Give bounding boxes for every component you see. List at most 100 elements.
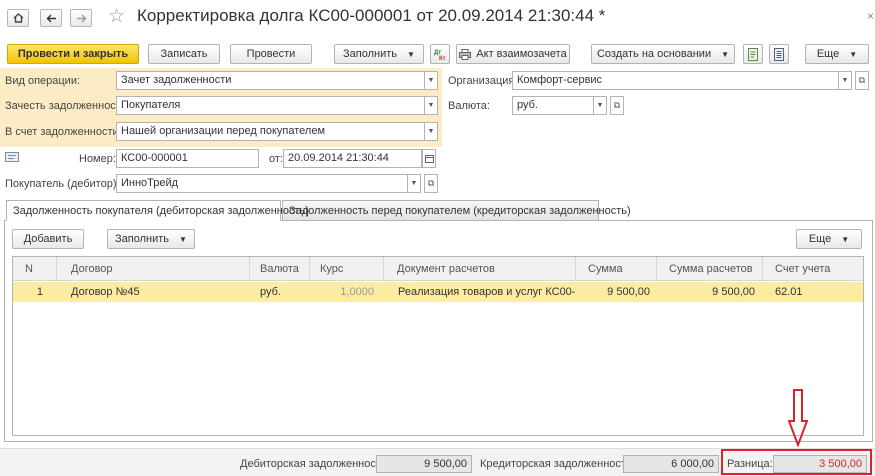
currency-field[interactable]: руб. — [512, 96, 594, 115]
against-debt-field[interactable]: Нашей организации перед покупателем — [116, 122, 425, 141]
offset-debt-label: Зачесть задолженность: — [5, 100, 130, 112]
buyer-open-button[interactable]: ⧉ — [424, 174, 438, 193]
document-number-icon — [5, 152, 19, 162]
difference-label: Разница: — [727, 458, 773, 470]
close-icon[interactable]: × — [867, 9, 874, 23]
column-header-n[interactable]: N — [13, 257, 57, 281]
back-button[interactable] — [40, 9, 62, 27]
table-more-label: Еще — [808, 233, 832, 245]
currency-open-button[interactable]: ⧉ — [610, 96, 624, 115]
column-header-settlement-amount[interactable]: Сумма расчетов — [657, 257, 763, 281]
tab-payables-label: Задолженность перед покупателем (кредито… — [289, 205, 631, 217]
calendar-button[interactable] — [422, 149, 436, 168]
table-more-button[interactable]: Еще ▼ — [796, 229, 862, 249]
home-icon — [13, 13, 23, 23]
tab-payables[interactable]: Задолженность перед покупателем (кредито… — [282, 200, 631, 221]
save-label: Записать — [160, 48, 208, 60]
create-based-on-label: Создать на основании — [596, 48, 712, 60]
structure-button[interactable] — [743, 44, 763, 64]
table-fill-label: Заполнить — [115, 233, 170, 245]
fill-dropdown-button[interactable]: Заполнить ▼ — [334, 44, 424, 64]
dt-kt-button[interactable]: Дт Кт — [430, 44, 450, 64]
post-and-close-label: Провести и закрыть — [17, 48, 129, 60]
organization-field[interactable]: Комфорт-сервис — [512, 71, 839, 90]
buyer-dropdown[interactable]: ▼ — [407, 174, 421, 193]
arrow-right-icon — [76, 14, 86, 22]
post-button[interactable]: Провести — [230, 44, 312, 64]
currency-label: Валюта: — [448, 100, 490, 112]
home-button[interactable] — [7, 9, 29, 27]
report-button[interactable] — [769, 44, 789, 64]
credit-total-label: Кредиторская задолженность: — [480, 458, 635, 470]
cell-account: 62.01 — [775, 286, 803, 298]
arrow-left-icon — [46, 14, 56, 22]
table-header: N Договор Валюта Курс Документ расчетов … — [13, 257, 863, 281]
create-based-on-button[interactable]: Создать на основании ▼ — [591, 44, 735, 64]
chevron-down-icon: ▼ — [407, 49, 415, 59]
document-structure-icon — [748, 47, 758, 61]
credit-total-field: 6 000,00 — [623, 455, 719, 473]
currency-dropdown[interactable]: ▼ — [593, 96, 607, 115]
operation-field[interactable]: Зачет задолженности — [116, 71, 425, 90]
operation-dropdown[interactable]: ▼ — [424, 71, 438, 90]
cell-contract: Договор №45 — [71, 286, 140, 298]
column-header-rate[interactable]: Курс — [310, 257, 384, 281]
printer-icon — [459, 48, 472, 60]
column-header-contract[interactable]: Договор — [57, 257, 250, 281]
post-label: Провести — [246, 48, 296, 60]
against-debt-dropdown[interactable]: ▼ — [424, 122, 438, 141]
column-header-currency[interactable]: Валюта — [250, 257, 310, 281]
more-label: Еще — [816, 48, 840, 60]
buyer-field[interactable]: ИнноТрейд — [116, 174, 408, 193]
page-title: Корректировка долга КС00-000001 от 20.09… — [137, 6, 606, 25]
star-icon[interactable]: ☆ — [108, 5, 125, 28]
cell-settlement-amount: 9 500,00 — [712, 286, 755, 298]
debit-total-field: 9 500,00 — [376, 455, 472, 473]
organization-label: Организация: — [448, 75, 518, 87]
number-field[interactable]: КС00-000001 — [116, 149, 259, 168]
annotation-arrow-icon — [788, 389, 808, 447]
number-label: Номер: — [79, 153, 116, 165]
chevron-down-icon: ▼ — [721, 49, 730, 59]
column-header-amount[interactable]: Сумма — [576, 257, 657, 281]
table-fill-button[interactable]: Заполнить ▼ — [107, 229, 195, 249]
cell-n: 1 — [36, 286, 43, 298]
table-row[interactable]: 1 Договор №45 руб. 1,0000 Реализация тов… — [13, 282, 863, 302]
offset-debt-field[interactable]: Покупателя — [116, 96, 425, 115]
settlements-table[interactable]: N Договор Валюта Курс Документ расчетов … — [12, 256, 864, 436]
act-label: Акт взаимозачета — [476, 48, 567, 60]
save-button[interactable]: Записать — [148, 44, 220, 64]
calendar-icon — [424, 155, 434, 163]
post-and-close-button[interactable]: Провести и закрыть — [7, 44, 139, 64]
column-header-document[interactable]: Документ расчетов — [384, 257, 576, 281]
tab-receivables-label: Задолженность покупателя (дебиторская за… — [13, 205, 309, 217]
offset-debt-dropdown[interactable]: ▼ — [424, 96, 438, 115]
date-field[interactable]: 20.09.2014 21:30:44 — [283, 149, 422, 168]
organization-open-button[interactable]: ⧉ — [855, 71, 869, 90]
fill-label: Заполнить — [343, 48, 398, 60]
date-label: от: — [269, 153, 283, 165]
svg-text:Кт: Кт — [439, 56, 446, 61]
tab-receivables[interactable]: Задолженность покупателя (дебиторская за… — [6, 200, 309, 221]
cell-currency: руб. — [260, 286, 281, 298]
difference-field: 3 500,00 — [773, 455, 867, 473]
organization-dropdown[interactable]: ▼ — [838, 71, 852, 90]
add-row-label: Добавить — [23, 233, 73, 245]
buyer-label: Покупатель (дебитор): — [5, 178, 120, 190]
cell-rate: 1,0000 — [340, 286, 374, 298]
debit-total-label: Дебиторская задолженность: — [240, 458, 390, 470]
forward-button[interactable] — [70, 9, 92, 27]
chevron-down-icon: ▼ — [179, 234, 187, 244]
dt-kt-icon: Дт Кт — [434, 50, 446, 61]
cell-amount: 9 500,00 — [607, 286, 650, 298]
act-button[interactable]: Акт взаимозачета — [456, 44, 570, 64]
operation-label: Вид операции: — [5, 75, 81, 87]
column-header-account[interactable]: Счет учета — [763, 257, 863, 281]
cell-document: Реализация товаров и услуг КС00-... — [398, 286, 576, 298]
against-debt-label: В счет задолженности: — [5, 126, 122, 138]
chevron-down-icon: ▼ — [841, 234, 850, 244]
chevron-down-icon: ▼ — [849, 49, 858, 59]
report-icon — [774, 47, 784, 61]
more-button[interactable]: Еще ▼ — [805, 44, 869, 64]
add-row-button[interactable]: Добавить — [12, 229, 84, 249]
